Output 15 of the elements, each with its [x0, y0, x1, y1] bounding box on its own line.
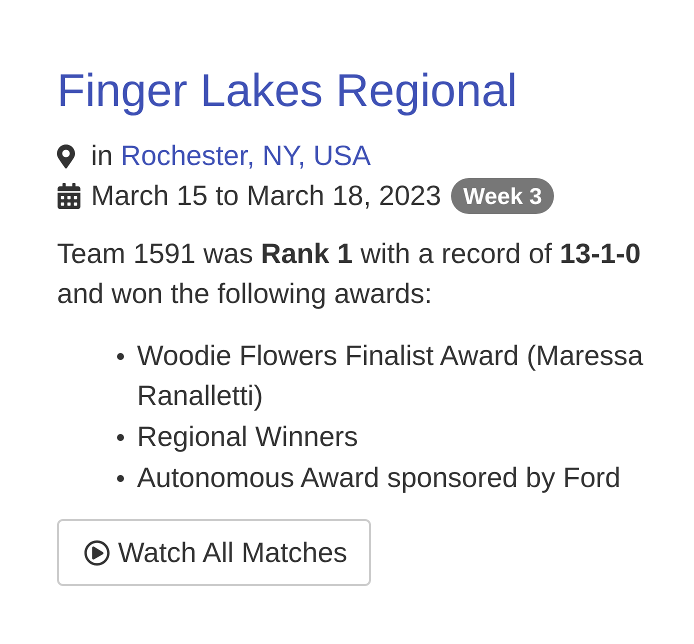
award-item: Autonomous Award sponsored by Ford [137, 461, 621, 495]
watch-all-matches-button[interactable]: Watch All Matches [57, 519, 372, 586]
calendar-icon [57, 183, 81, 209]
map-marker-icon [57, 144, 75, 168]
week-badge: Week 3 [451, 178, 554, 214]
award-item: Regional Winners [137, 420, 358, 454]
event-title-link[interactable]: Finger Lakes Regional [57, 62, 518, 118]
location-prefix: in [91, 139, 113, 173]
location-link[interactable]: Rochester, NY, USA [120, 135, 371, 177]
bullet-icon [117, 434, 124, 441]
team-summary: Team 1591 was Rank 1 with a record of 13-1-0 and won the following awards: [57, 237, 642, 311]
bullet-icon [117, 353, 124, 360]
bullet-icon [117, 475, 124, 482]
event-dates: March 15 to March 18, 2023 [91, 179, 442, 213]
award-item: Woodie Flowers Finalist Award (Maressa Ranalletti) [137, 339, 644, 413]
